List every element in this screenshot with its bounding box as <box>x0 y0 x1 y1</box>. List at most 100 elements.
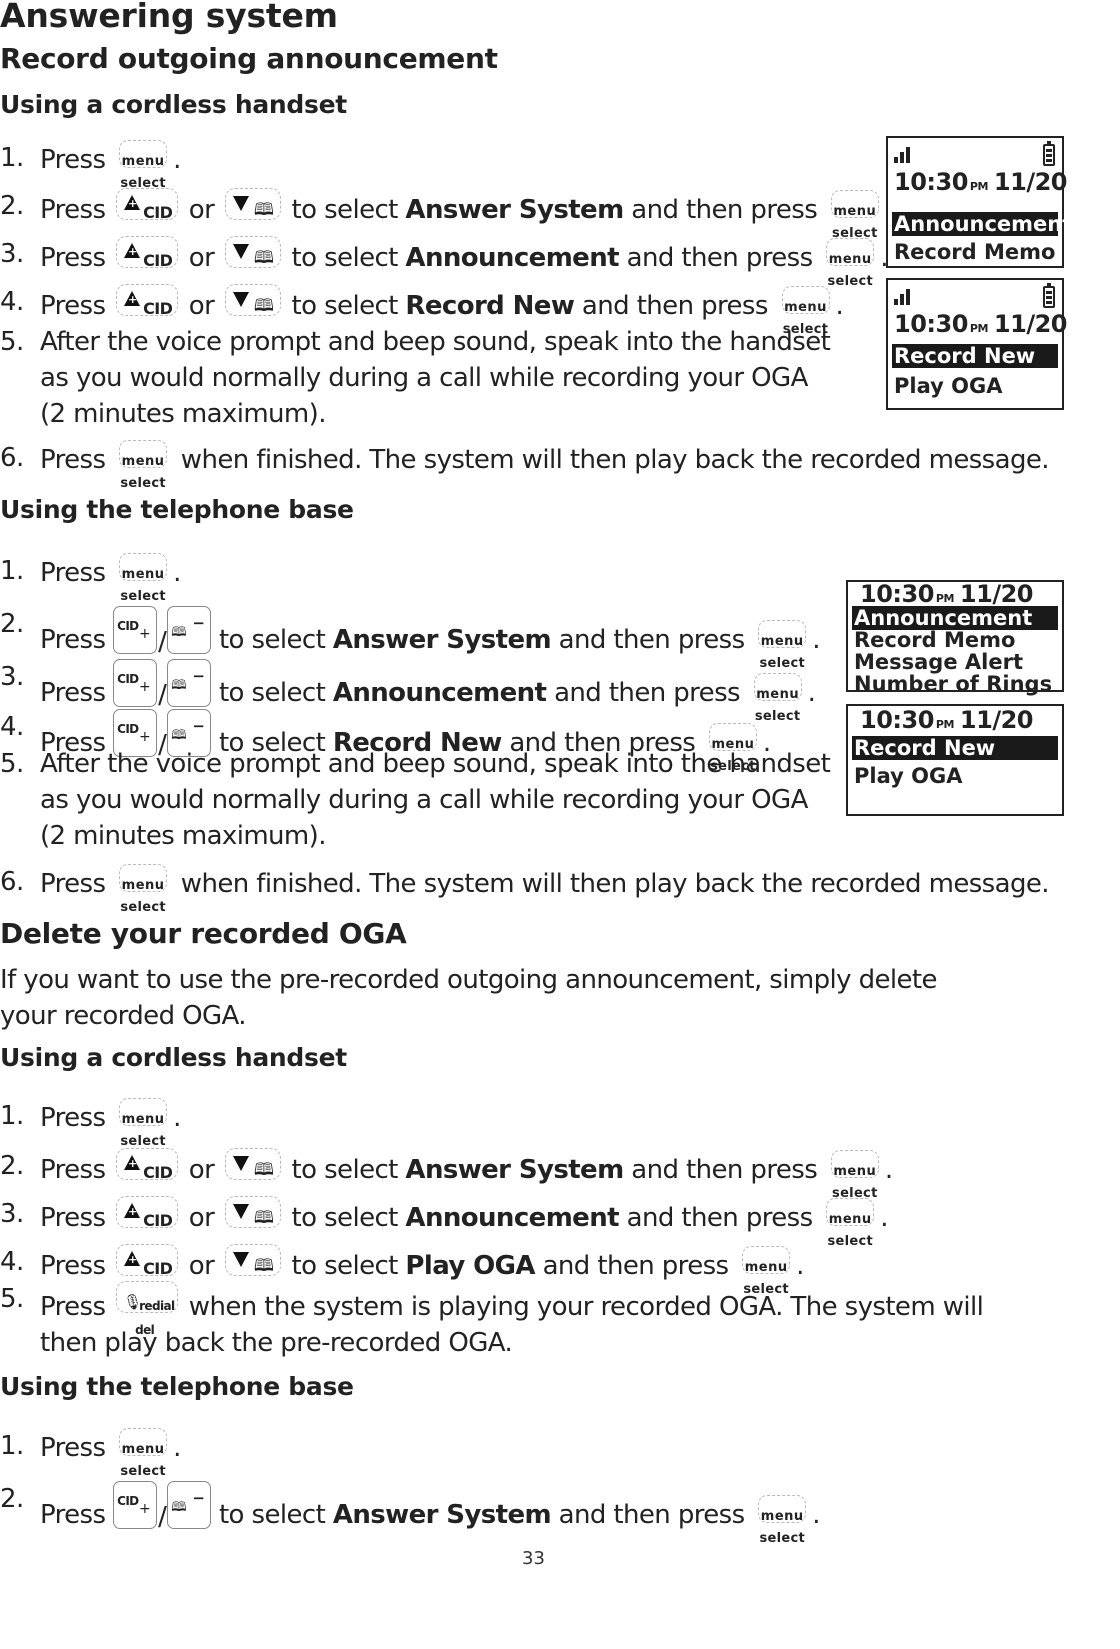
step-number: 1. <box>0 1431 24 1461</box>
am-pm: PM <box>935 718 955 731</box>
slash-separator: / <box>158 627 167 657</box>
then-press-label: and then press <box>542 1251 730 1281</box>
or-label: or <box>188 195 215 225</box>
lcd-screen-announcement: 10:30 PM 11/20 Announcement Record Memo <box>886 136 1072 268</box>
step-number: 3. <box>0 662 24 692</box>
period: . <box>884 1155 893 1185</box>
step-number: 5. <box>0 749 24 779</box>
cid-label: CID <box>117 672 139 686</box>
del-label: del <box>135 1323 155 1337</box>
menu-select-key[interactable]: menu select <box>756 1495 808 1546</box>
phonebook-icon: 🕮 <box>171 1500 187 1515</box>
base-cid-plus-key[interactable]: CID + <box>113 606 158 654</box>
step-number: 6. <box>0 443 24 473</box>
plus-icon: + <box>128 1205 137 1218</box>
menu-item-name: Answer System <box>332 625 552 655</box>
base-minus-phonebook-key[interactable]: − 🕮 <box>167 1481 212 1529</box>
menu-select-key[interactable]: menu select <box>824 238 876 289</box>
lcd-menu-item-selected: Announcement <box>852 606 1058 630</box>
step-number: 2. <box>0 1484 24 1514</box>
period: . <box>835 291 844 321</box>
minus-icon: − <box>236 1166 246 1179</box>
menu-select-key[interactable]: menu select <box>117 140 169 191</box>
step-number: 4. <box>0 287 24 317</box>
menu-select-key[interactable]: menu select <box>117 1098 169 1149</box>
menu-select-key[interactable]: menu select <box>117 1428 169 1479</box>
up-cid-key[interactable]: + CID <box>116 1244 179 1278</box>
minus-icon: − <box>236 254 246 267</box>
menu-select-key[interactable]: menu select <box>117 864 169 915</box>
menu-item-name: Record New <box>405 291 575 321</box>
step-text: Press CID + / − 🕮 to select Answer System an… <box>40 606 820 671</box>
lcd-menu-item: Message Alert <box>854 650 1023 674</box>
lcd-menu-item: Play OGA <box>894 374 1003 398</box>
menu-select-key[interactable]: menu select <box>824 1198 876 1249</box>
battery-bar <box>1046 154 1052 157</box>
press-label: Press <box>40 869 106 899</box>
lcd-time: 10:30 PM 11/20 <box>894 310 1067 338</box>
menu-item-name: Answer System <box>332 1500 552 1530</box>
to-select-label: to select <box>291 1203 399 1233</box>
to-select-label: to select <box>218 1500 326 1530</box>
lcd-menu-item-selected: Record New <box>852 736 1058 760</box>
minus-icon: − <box>236 206 246 219</box>
signal-bar <box>900 152 904 163</box>
plus-icon: + <box>128 245 137 258</box>
down-phonebook-key[interactable]: − 🕮 <box>224 284 281 316</box>
step-text: Press + CID or − 🕮 to select Answer System… <box>40 188 893 241</box>
lcd-menu-item: Play OGA <box>854 764 963 788</box>
step-text: Press menu select. <box>40 1098 181 1149</box>
press-label: Press <box>40 291 106 321</box>
date-value: 11/20 <box>959 580 1034 608</box>
step-number: 1. <box>0 556 24 586</box>
or-label: or <box>188 1203 215 1233</box>
up-cid-key[interactable]: + CID <box>116 1196 179 1230</box>
step-text: Press menu select. <box>40 140 181 191</box>
cid-label: CID <box>143 251 173 270</box>
slash-separator: / <box>158 680 167 710</box>
base-minus-phonebook-key[interactable]: − 🕮 <box>167 659 212 707</box>
phonebook-icon: 🕮 <box>253 1256 274 1276</box>
menu-select-key[interactable]: menu select <box>117 553 169 604</box>
to-select-label: to select <box>291 195 399 225</box>
down-phonebook-key[interactable]: − 🕮 <box>224 1148 281 1180</box>
up-cid-key[interactable]: + CID <box>116 284 179 318</box>
plus-icon: + <box>128 1253 137 1266</box>
step-continuation: when the system is playing your recorded… <box>40 1292 984 1358</box>
menu-item-name: Play OGA <box>405 1251 535 1281</box>
time-value: 10:30 <box>894 168 968 196</box>
then-press-label: and then press <box>554 678 741 708</box>
step-text: Press menu select when finished. The syst… <box>40 440 1050 491</box>
redial-delete-key[interactable]: 🎙 redial del <box>116 1281 179 1337</box>
cid-label: CID <box>143 1163 173 1182</box>
step-text: Press menu select. <box>40 1428 181 1479</box>
up-cid-key[interactable]: + CID <box>116 236 179 270</box>
base-cid-plus-key[interactable]: CID + <box>113 659 158 707</box>
base-minus-phonebook-key[interactable]: − 🕮 <box>167 606 212 654</box>
period: . <box>173 1103 181 1133</box>
down-phonebook-key[interactable]: − 🕮 <box>224 236 281 268</box>
battery-icon <box>1043 141 1055 166</box>
down-phonebook-key[interactable]: − 🕮 <box>224 1196 281 1228</box>
menu-select-key[interactable]: menu select <box>829 1150 881 1201</box>
minus-icon: − <box>236 302 246 315</box>
to-select-label: to select <box>291 1155 399 1185</box>
down-phonebook-key[interactable]: − 🕮 <box>224 188 281 220</box>
menu-select-key[interactable]: menu select <box>780 286 832 337</box>
down-phonebook-key[interactable]: − 🕮 <box>224 1244 281 1276</box>
lcd-screen-base-announcement: 10:30 PM 11/20 Announcement Record Memo Messa… <box>846 580 1064 696</box>
up-cid-key[interactable]: + CID <box>116 188 179 222</box>
menu-select-key[interactable]: menu select <box>117 440 169 491</box>
base-cid-plus-key[interactable]: CID + <box>113 1481 158 1529</box>
minus-icon: − <box>192 667 205 685</box>
menu-select-key[interactable]: menu select <box>756 620 808 671</box>
battery-bar <box>1046 301 1052 304</box>
plus-icon: + <box>128 1157 137 1170</box>
period: . <box>173 1433 181 1463</box>
then-press-label: and then press <box>631 1155 818 1185</box>
up-cid-key[interactable]: + CID <box>116 1148 179 1182</box>
plus-icon: + <box>128 293 137 306</box>
menu-select-key[interactable]: menu select <box>829 190 881 241</box>
page-title: Answering system <box>0 0 338 35</box>
plus-icon: + <box>138 1501 151 1517</box>
